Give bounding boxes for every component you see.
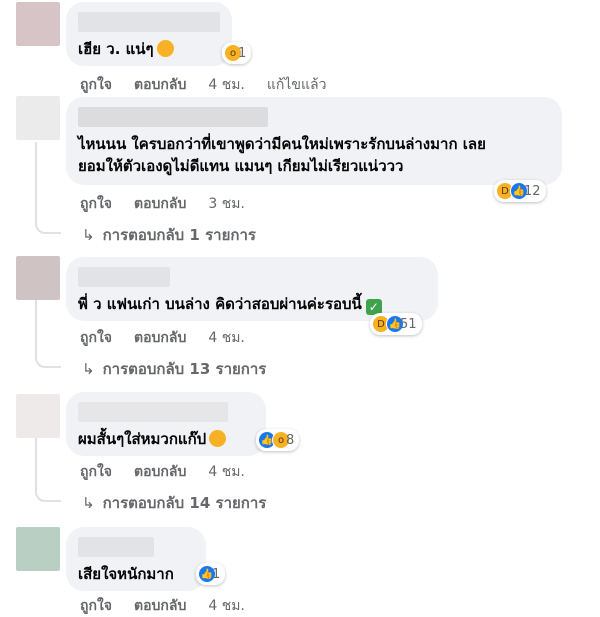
comment-text: ผมสั้นๆใส่หมวกแก๊ป xyxy=(78,430,207,448)
reaction-summary[interactable]: D 👍 12 xyxy=(494,180,546,202)
reply-thread-line xyxy=(35,142,61,234)
like-button[interactable]: ถูกใจ xyxy=(80,595,112,617)
timestamp[interactable]: 3 ชม. xyxy=(208,193,245,215)
view-replies-link[interactable]: ↳ การตอบกลับ 1 รายการ xyxy=(82,223,256,247)
view-replies-link[interactable]: ↳ การตอบกลับ 14 รายการ xyxy=(82,491,266,515)
avatar[interactable] xyxy=(16,2,60,46)
reaction-count: 8 xyxy=(286,432,295,448)
reply-button[interactable]: ตอบกลับ xyxy=(134,327,186,349)
comment-actions: ถูกใจ ตอบกลับ 4 ชม. xyxy=(80,327,245,349)
reply-arrow-icon: ↳ xyxy=(82,494,95,512)
reply-arrow-icon: ↳ xyxy=(82,226,95,244)
comment-bubble: พี่ ว แฟนเก่า บนล่าง คิดว่าสอบผ่านค่ะรอบ… xyxy=(66,257,438,321)
reply-button[interactable]: ตอบกลับ xyxy=(134,595,186,617)
commenter-name-blurred[interactable] xyxy=(78,537,154,557)
reply-thread-line xyxy=(35,438,61,502)
reply-arrow-icon: ↳ xyxy=(82,360,95,378)
reaction-count: 12 xyxy=(524,183,541,199)
comment-actions: ถูกใจ ตอบกลับ 4 ชม. xyxy=(80,595,245,617)
like-button[interactable]: ถูกใจ xyxy=(80,74,112,96)
reaction-count: 1 xyxy=(238,45,247,61)
comment-actions: ถูกใจ ตอบกลับ 4 ชม. xyxy=(80,461,245,483)
timestamp[interactable]: 4 ชม. xyxy=(208,327,245,349)
comment-bubble: เสียใจหนักมาก xyxy=(66,527,206,591)
comment-text: เฮีย ว. แน่ๆ xyxy=(78,40,154,58)
edited-label[interactable]: แก้ไขแล้ว xyxy=(267,74,327,96)
reply-button[interactable]: ตอบกลับ xyxy=(134,193,186,215)
commenter-name-blurred[interactable] xyxy=(78,107,268,127)
reaction-summary[interactable]: D 👍 51 xyxy=(370,313,422,335)
avatar[interactable] xyxy=(16,394,60,438)
commenter-name-blurred[interactable] xyxy=(78,12,220,32)
view-replies-link[interactable]: ↳ การตอบกลับ 13 รายการ xyxy=(82,357,266,381)
comment-text: เสียใจหนักมาก xyxy=(78,565,174,583)
reply-button[interactable]: ตอบกลับ xyxy=(134,461,186,483)
comment-bubble: เฮีย ว. แน่ๆ xyxy=(66,2,232,66)
avatar[interactable] xyxy=(16,527,60,571)
reaction-summary[interactable]: 👍 1 xyxy=(196,563,226,585)
comment-actions: ถูกใจ ตอบกลับ 4 ชม. แก้ไขแล้ว xyxy=(80,74,326,96)
upside-down-face-icon xyxy=(209,430,227,447)
grimace-emoji-icon xyxy=(156,40,174,57)
reaction-count: 51 xyxy=(400,316,417,332)
reply-button[interactable]: ตอบกลับ xyxy=(134,74,186,96)
avatar[interactable] xyxy=(16,256,60,300)
avatar[interactable] xyxy=(16,96,60,140)
like-button[interactable]: ถูกใจ xyxy=(80,327,112,349)
comment-actions: ถูกใจ ตอบกลับ 3 ชม. xyxy=(80,193,245,215)
timestamp[interactable]: 4 ชม. xyxy=(208,595,245,617)
like-button[interactable]: ถูกใจ xyxy=(80,193,112,215)
reaction-summary[interactable]: 👍 o 8 xyxy=(256,429,300,451)
timestamp[interactable]: 4 ชม. xyxy=(208,74,245,96)
commenter-name-blurred[interactable] xyxy=(78,402,228,422)
timestamp[interactable]: 4 ชม. xyxy=(208,461,245,483)
comment-bubble: ผมสั้นๆใส่หมวกแก๊ป xyxy=(66,392,266,456)
comment-text: ไหนนน ใครบอกว่าที่เขาพูดว่ามีคนใหม่เพราะ… xyxy=(78,135,486,175)
comment-bubble: ไหนนน ใครบอกว่าที่เขาพูดว่ามีคนใหม่เพราะ… xyxy=(66,97,562,185)
reaction-summary[interactable]: o 1 xyxy=(222,42,252,64)
comment-text: พี่ ว แฟนเก่า บนล่าง คิดว่าสอบผ่านค่ะรอบ… xyxy=(78,295,362,313)
reaction-count: 1 xyxy=(212,566,221,582)
commenter-name-blurred[interactable] xyxy=(78,267,170,287)
reply-thread-line xyxy=(35,300,61,368)
like-button[interactable]: ถูกใจ xyxy=(80,461,112,483)
